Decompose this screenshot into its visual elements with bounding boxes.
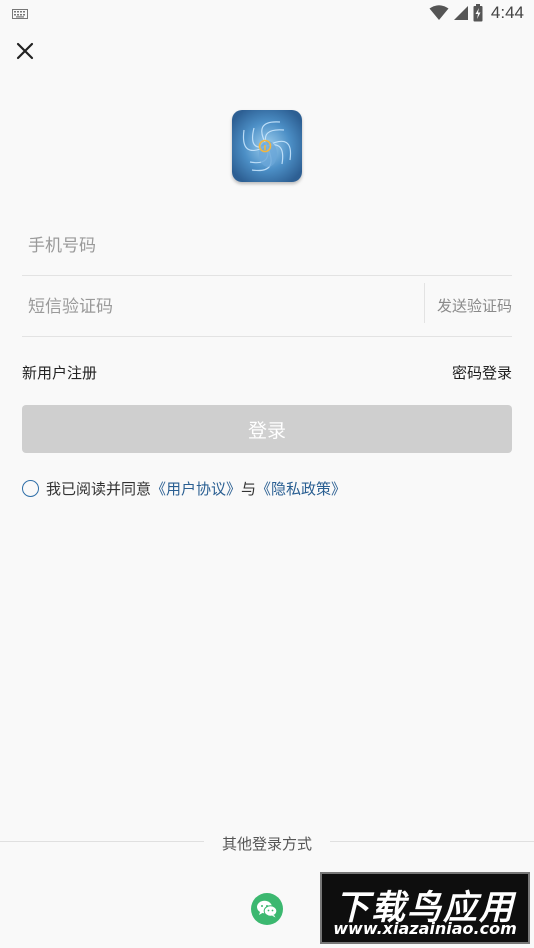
- other-login-title: 其他登录方式: [221, 835, 312, 853]
- password-login-link[interactable]: 密码登录: [452, 362, 512, 383]
- status-bar: 4:44: [0, 0, 534, 28]
- watermark-url: www.xiazainiao.com: [333, 919, 517, 938]
- keyboard-icon: [12, 9, 28, 19]
- app-logo: [232, 110, 302, 182]
- user-agreement-link[interactable]: 《用户协议》: [151, 478, 241, 499]
- agreement-prefix: 我已阅读并同意: [46, 480, 152, 498]
- phone-input[interactable]: [22, 216, 512, 275]
- battery-icon: [473, 4, 483, 22]
- sms-code-input[interactable]: [22, 277, 422, 336]
- login-button[interactable]: 登录: [22, 405, 512, 453]
- register-link[interactable]: 新用户注册: [22, 362, 97, 383]
- agreement-joiner: 与: [241, 480, 257, 498]
- send-code-button[interactable]: 发送验证码: [437, 295, 512, 316]
- privacy-policy-link[interactable]: 《隐私政策》: [256, 478, 346, 499]
- send-code-divider: [424, 283, 425, 323]
- close-icon[interactable]: [12, 38, 38, 64]
- other-login-divider-right: [330, 841, 534, 842]
- sms-code-field: 发送验证码: [22, 277, 512, 337]
- cell-signal-icon: [453, 6, 468, 20]
- agreement-row: 我已阅读并同意 《用户协议》 与 《隐私政策》: [22, 478, 346, 499]
- wechat-login-button[interactable]: [251, 893, 283, 925]
- wifi-icon: [429, 5, 449, 20]
- agreement-radio[interactable]: [22, 480, 39, 497]
- watermark: 下载鸟应用 www.xiazainiao.com: [320, 872, 530, 944]
- status-time: 4:44: [490, 3, 524, 22]
- wechat-icon: [257, 900, 278, 918]
- phone-field: [22, 216, 512, 276]
